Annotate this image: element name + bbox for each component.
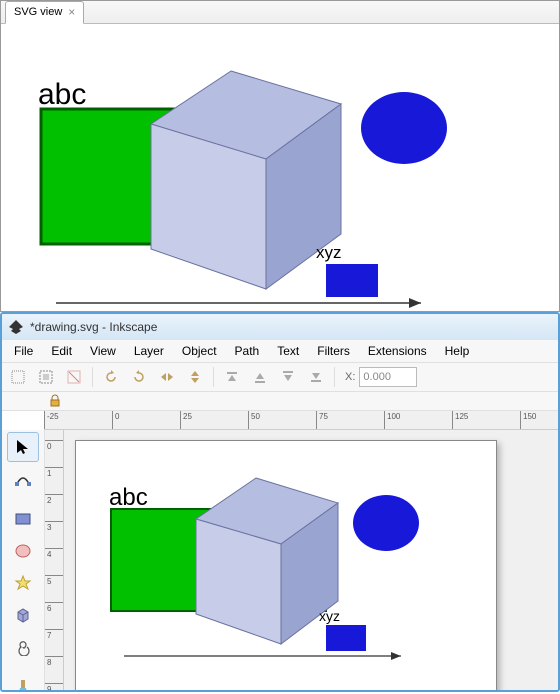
deselect-icon[interactable] xyxy=(62,365,86,389)
small-blue-rect xyxy=(326,264,378,297)
blue-ellipse[interactable] xyxy=(353,495,419,551)
cube[interactable] xyxy=(196,478,338,644)
close-icon[interactable]: × xyxy=(68,2,75,23)
menu-view[interactable]: View xyxy=(82,342,124,360)
menu-edit[interactable]: Edit xyxy=(43,342,80,360)
lock-icon[interactable] xyxy=(48,394,62,408)
lower-icon[interactable] xyxy=(276,365,300,389)
label-abc: abc xyxy=(38,78,86,111)
cube xyxy=(151,71,341,289)
ruler-horizontal[interactable]: -25 0 25 50 75 100 125 150 xyxy=(44,411,558,430)
menubar: File Edit View Layer Object Path Text Fi… xyxy=(2,340,558,363)
coord-x-input[interactable] xyxy=(359,367,417,387)
svg-view-pane: SVG view × abc xyz xyxy=(0,0,560,312)
raise-top-icon[interactable] xyxy=(220,365,244,389)
label-abc[interactable]: abc xyxy=(109,484,148,511)
toolbar: X: xyxy=(2,363,558,392)
tool-paint[interactable] xyxy=(7,672,39,692)
small-blue-rect[interactable] xyxy=(326,625,366,651)
inkscape-window: *drawing.svg - Inkscape File Edit View L… xyxy=(0,312,560,692)
tool-star[interactable] xyxy=(7,568,39,598)
raise-icon[interactable] xyxy=(248,365,272,389)
tool-spiral[interactable] xyxy=(7,632,39,662)
inkscape-icon xyxy=(8,319,24,335)
tool-ellipse[interactable] xyxy=(7,536,39,566)
menu-extensions[interactable]: Extensions xyxy=(360,342,435,360)
lower-bottom-icon[interactable] xyxy=(304,365,328,389)
coord-x-label: X: xyxy=(345,371,355,383)
canvas-area[interactable]: 0 1 2 3 4 5 6 7 8 9 1 abc xyxy=(45,430,558,692)
toolbox xyxy=(2,430,45,692)
flip-v-icon[interactable] xyxy=(183,365,207,389)
tool-node[interactable] xyxy=(7,464,39,494)
rotate-cw-icon[interactable] xyxy=(127,365,151,389)
tool-rect[interactable] xyxy=(7,504,39,534)
flip-h-icon[interactable] xyxy=(155,365,179,389)
tool-3dbox[interactable] xyxy=(7,600,39,630)
menu-object[interactable]: Object xyxy=(174,342,225,360)
titlebar[interactable]: *drawing.svg - Inkscape xyxy=(2,314,558,340)
menu-path[interactable]: Path xyxy=(227,342,268,360)
tab-strip: SVG view × xyxy=(1,1,559,24)
label-xyz[interactable]: xyz xyxy=(319,608,340,624)
select-all-icon[interactable] xyxy=(6,365,30,389)
arrow-head xyxy=(409,298,421,308)
tool-selector[interactable] xyxy=(7,432,39,462)
blue-ellipse xyxy=(361,92,447,164)
menu-filters[interactable]: Filters xyxy=(309,342,358,360)
menu-help[interactable]: Help xyxy=(437,342,478,360)
svg-page[interactable]: abc xyz xyxy=(75,440,497,692)
tab-label: SVG view xyxy=(14,2,62,23)
label-xyz: xyz xyxy=(316,243,342,262)
ruler-vertical[interactable]: 0 1 2 3 4 5 6 7 8 9 1 xyxy=(45,430,64,692)
window-title: *drawing.svg - Inkscape xyxy=(30,320,157,334)
arrow-head[interactable] xyxy=(391,652,401,660)
svg-canvas-top: abc xyz xyxy=(1,24,559,314)
menu-layer[interactable]: Layer xyxy=(126,342,172,360)
menu-file[interactable]: File xyxy=(6,342,41,360)
menu-text[interactable]: Text xyxy=(269,342,307,360)
select-layer-icon[interactable] xyxy=(34,365,58,389)
rotate-ccw-icon[interactable] xyxy=(99,365,123,389)
tab-svg-view[interactable]: SVG view × xyxy=(5,1,84,24)
